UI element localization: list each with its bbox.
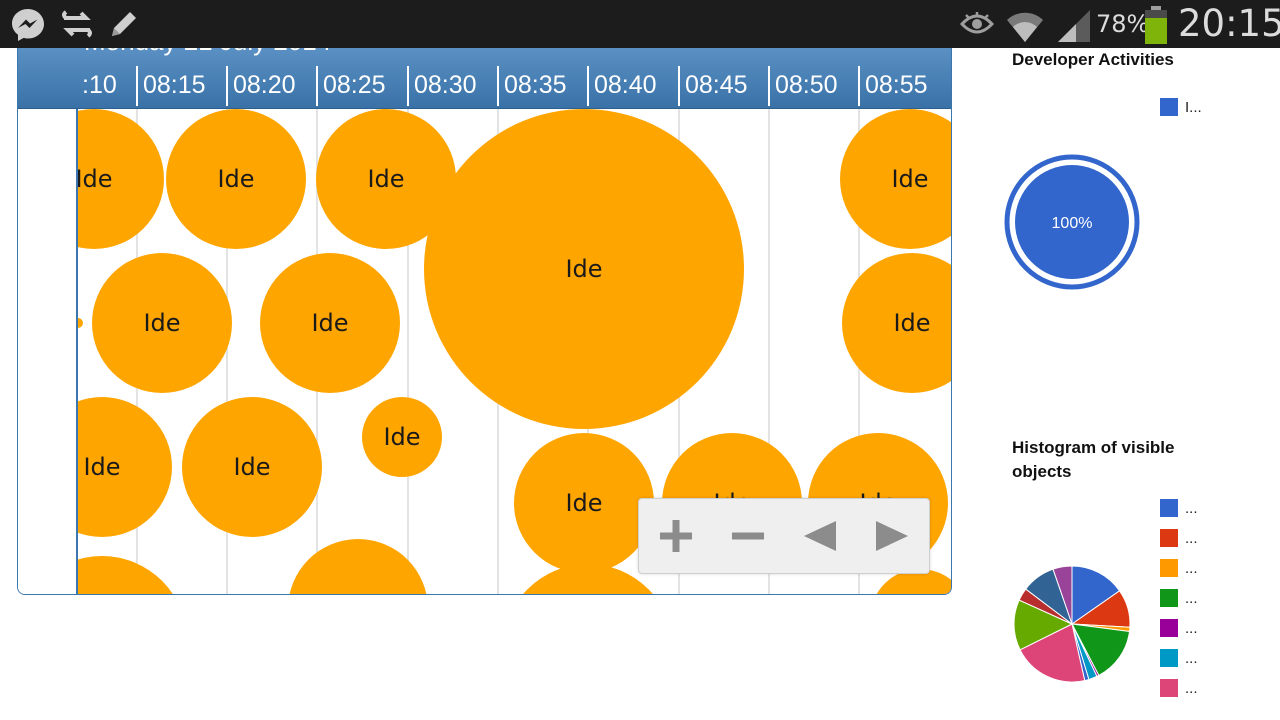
timeline-item[interactable]: [78, 318, 83, 328]
pencil-icon: [112, 12, 136, 36]
timeline-navigation: [638, 498, 930, 574]
timeline-item[interactable]: Ide: [78, 109, 164, 249]
plus-icon: [660, 520, 692, 552]
timeline-item[interactable]: Ide: [92, 253, 232, 393]
timeline-item[interactable]: Ide: [182, 397, 322, 537]
legend-item: ...: [1160, 679, 1198, 697]
legend-item: I...: [1160, 98, 1202, 116]
legend-swatch: [1160, 98, 1178, 116]
legend-swatch: [1160, 499, 1178, 517]
timeline-item[interactable]: Ide: [260, 253, 400, 393]
timeline-item[interactable]: Ide: [840, 109, 951, 249]
timeline-item[interactable]: [78, 556, 187, 594]
time-tick: :10: [82, 71, 117, 99]
legend-swatch: [1160, 619, 1178, 637]
histogram-pie[interactable]: [1010, 562, 1134, 686]
timeline-item[interactable]: Ide: [362, 397, 442, 477]
time-tick: 08:40: [587, 66, 657, 106]
move-right-button[interactable]: [872, 516, 912, 556]
legend-label: ...: [1185, 529, 1198, 547]
legend-label: ...: [1185, 679, 1198, 697]
developer-activities-title: Developer Activities: [1012, 50, 1174, 69]
legend-item: ...: [1160, 619, 1198, 637]
timeline-item[interactable]: Ide: [424, 109, 744, 429]
status-bar: 78% 20:15: [0, 0, 1280, 48]
time-tick: 08:50: [768, 66, 838, 106]
pie-data-label: 100%: [1052, 215, 1093, 232]
battery-percent: 78%: [1096, 10, 1150, 38]
legend-label: ...: [1185, 649, 1198, 667]
legend-label: ...: [1185, 589, 1198, 607]
legend-swatch: [1160, 529, 1178, 547]
legend-swatch: [1160, 679, 1178, 697]
legend-swatch: [1160, 589, 1178, 607]
minus-icon: [732, 532, 764, 540]
legend-swatch: [1160, 559, 1178, 577]
legend-item: ...: [1160, 589, 1198, 607]
wifi-icon: [1007, 12, 1043, 42]
arrow-right-icon: [876, 521, 908, 551]
time-tick: 08:20: [226, 66, 296, 106]
legend-item: ...: [1160, 529, 1198, 547]
date-label: Monday 21 July 2014: [84, 48, 331, 57]
signal-icon: [1058, 10, 1090, 42]
timeline-item[interactable]: Ide: [514, 433, 654, 573]
timeline-item[interactable]: Ide: [78, 397, 172, 537]
legend-label: ...: [1185, 619, 1198, 637]
zoom-out-button[interactable]: [728, 516, 768, 556]
legend-label: ...: [1185, 499, 1198, 517]
time-tick: 08:25: [316, 66, 386, 106]
legend-item: ...: [1160, 559, 1198, 577]
messenger-icon: [12, 9, 44, 41]
battery-icon: [1145, 6, 1167, 44]
time-tick: 08:45: [678, 66, 748, 106]
histogram-title: Histogram of visible objects: [1012, 438, 1175, 481]
zoom-in-button[interactable]: [656, 516, 696, 556]
time-tick: 08:35: [497, 66, 567, 106]
legend-item: ...: [1160, 649, 1198, 667]
group-label-column: [18, 109, 78, 594]
time-tick: 08:15: [136, 66, 206, 106]
timeline-item[interactable]: Ide: [166, 109, 306, 249]
time-tick: 08:30: [407, 66, 477, 106]
move-left-button[interactable]: [800, 516, 840, 556]
legend-label: ...: [1185, 559, 1198, 577]
eye-icon: [960, 12, 994, 34]
arrow-left-icon: [804, 521, 836, 551]
timeline-axis: Monday 21 July 2014 :10 08:15 08:20 08:25 08…: [18, 48, 951, 109]
time-tick: 08:55: [858, 66, 928, 106]
legend-label: I...: [1185, 98, 1202, 116]
developer-activities-pie[interactable]: 100%: [1000, 150, 1144, 294]
legend-swatch: [1160, 649, 1178, 667]
legend-item: ...: [1160, 499, 1198, 517]
clock: 20:15: [1178, 2, 1280, 45]
sync-icon: [62, 10, 92, 38]
